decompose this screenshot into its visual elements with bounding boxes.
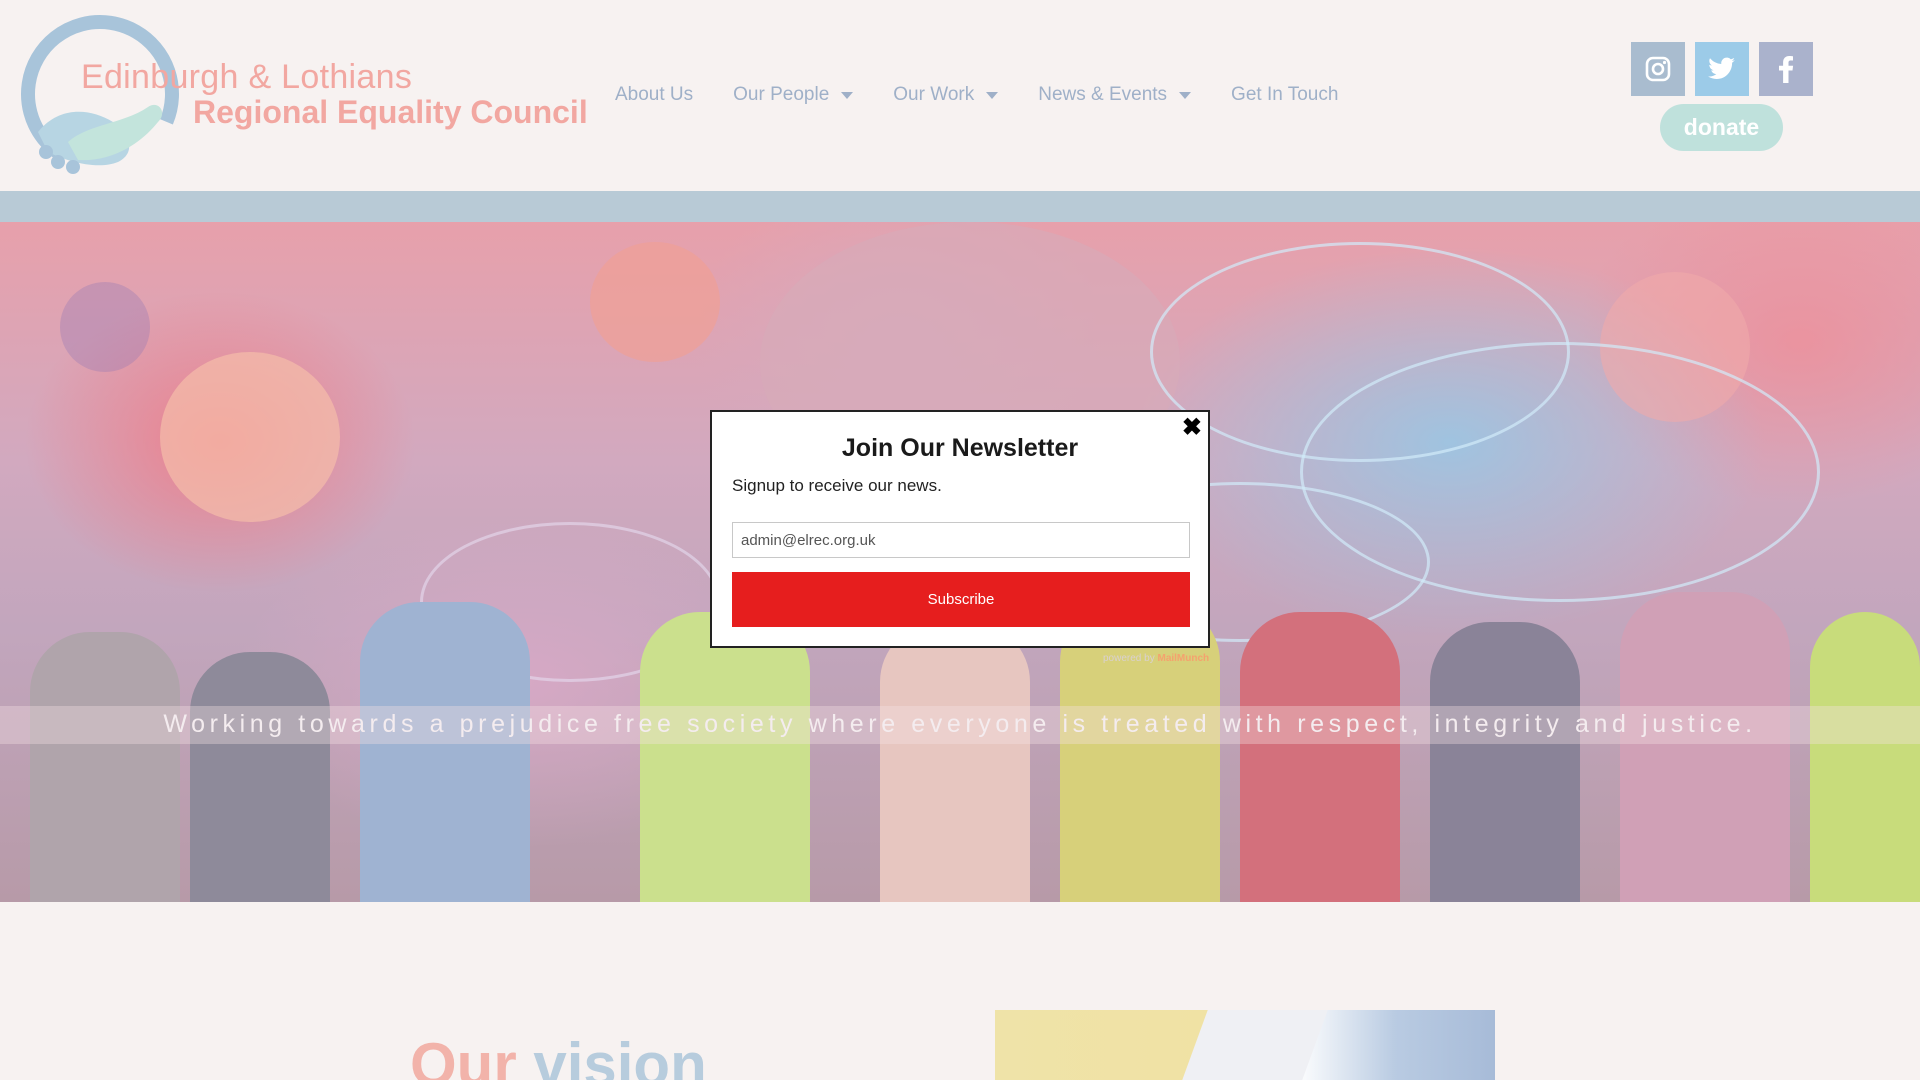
cyclist — [30, 632, 180, 902]
nav-get-in-touch[interactable]: Get In Touch — [1231, 84, 1338, 106]
instagram-icon — [1645, 56, 1671, 82]
cyclist — [1810, 612, 1920, 902]
twitter-icon — [1708, 57, 1735, 79]
nav-label: Our Work — [893, 84, 975, 105]
cyclist — [880, 622, 1030, 902]
nav-our-people[interactable]: Our People — [733, 84, 854, 106]
photo-detail — [1182, 1010, 1328, 1080]
facebook-icon — [1779, 56, 1794, 83]
cyclist — [360, 602, 530, 902]
cyclist — [1430, 622, 1580, 902]
mailmunch-brand[interactable]: MailMunch — [1157, 653, 1209, 664]
nav-label: About Us — [615, 84, 694, 105]
twitter-link[interactable] — [1695, 42, 1749, 96]
site-header: Edinburgh & Lothians Regional Equality C… — [0, 0, 1920, 191]
vision-word1: Our — [410, 1031, 517, 1080]
caret-down-icon — [841, 91, 854, 99]
cyclist — [190, 652, 330, 902]
mural-shape — [160, 352, 340, 522]
newsletter-title: Join Our Newsletter — [841, 434, 1079, 462]
caret-down-icon — [986, 91, 999, 99]
vision-photo — [995, 1010, 1495, 1080]
nav-about-us[interactable]: About Us — [615, 84, 693, 106]
brand-name-line2[interactable]: Regional Equality Council — [193, 94, 588, 131]
powered-by-text: powered by — [1103, 653, 1155, 664]
caret-down-icon — [1179, 91, 1192, 99]
brand-name-line1[interactable]: Edinburgh & Lothians — [81, 58, 412, 97]
vision-word2: vision — [533, 1031, 707, 1080]
mural-shape — [60, 282, 150, 372]
nav-label: News & Events — [1038, 84, 1168, 105]
mural-shape — [590, 242, 720, 362]
nav-label: Get In Touch — [1231, 84, 1339, 105]
cyclist — [640, 612, 810, 902]
main-nav: About Us Our People Our Work News & Even… — [615, 84, 1378, 106]
nav-news-events[interactable]: News & Events — [1038, 84, 1192, 106]
subscribe-button[interactable]: Subscribe — [732, 572, 1190, 627]
instagram-link[interactable] — [1631, 42, 1685, 96]
hero-tagline: Working towards a prejudice free society… — [163, 710, 1757, 738]
cyclist — [1240, 612, 1400, 902]
cyclist — [1620, 592, 1790, 902]
vision-heading: Our vision — [410, 1030, 707, 1080]
donate-button[interactable]: donate — [1660, 104, 1783, 151]
nav-our-work[interactable]: Our Work — [893, 84, 999, 106]
powered-by-credit[interactable]: powered by MailMunch — [1103, 653, 1209, 664]
nav-label: Our People — [733, 84, 830, 105]
newsletter-subtitle: Signup to receive our news. — [732, 476, 942, 495]
newsletter-popup: ✖ Join Our Newsletter Signup to receive … — [710, 410, 1210, 648]
email-field[interactable] — [732, 522, 1190, 558]
header-divider-band — [0, 191, 1920, 222]
facebook-link[interactable] — [1759, 42, 1813, 96]
